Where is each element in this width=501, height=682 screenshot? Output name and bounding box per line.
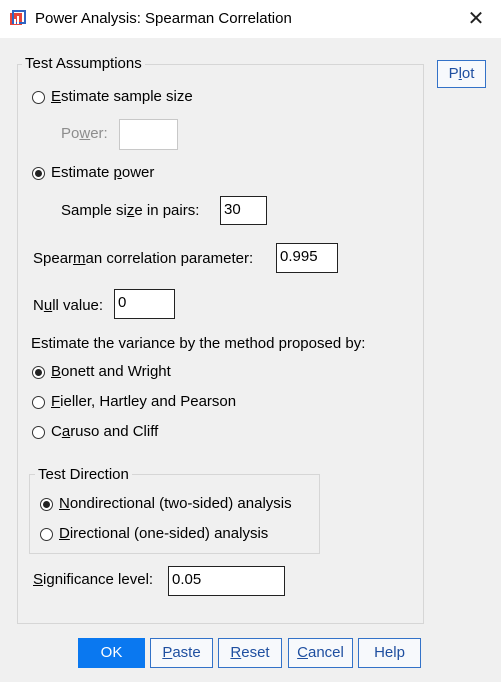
test-direction-label: Test Direction — [35, 466, 132, 483]
plot-button[interactable]: Plot — [437, 60, 486, 88]
bonett-wright-radio[interactable] — [32, 366, 45, 379]
estimate-power-radio[interactable] — [32, 167, 45, 180]
significance-level-input[interactable]: 0.05 — [168, 566, 285, 596]
title-bar: Power Analysis: Spearman Correlation ✕ — [0, 0, 501, 38]
spearman-parameter-label: Spearman correlation parameter: — [33, 250, 254, 267]
cancel-button[interactable]: Cancel — [288, 638, 353, 668]
null-value-label: Null value: — [33, 297, 104, 314]
ok-button[interactable]: OK — [78, 638, 145, 668]
sample-size-label: Sample size in pairs: — [61, 202, 200, 219]
nondirectional-label[interactable]: Nondirectional (two-sided) analysis — [59, 495, 292, 512]
sample-size-input[interactable]: 30 — [220, 196, 267, 225]
power-input[interactable] — [119, 119, 178, 150]
test-assumptions-label: Test Assumptions — [22, 55, 145, 72]
spearman-parameter-input[interactable]: 0.995 — [276, 243, 338, 273]
directional-label[interactable]: Directional (one-sided) analysis — [59, 525, 268, 542]
help-button[interactable]: Help — [358, 638, 421, 668]
estimate-sample-size-label[interactable]: Estimate sample size — [51, 88, 193, 105]
variance-method-label: Estimate the variance by the method prop… — [31, 335, 366, 352]
fieller-hartley-pearson-radio[interactable] — [32, 396, 45, 409]
reset-button[interactable]: Reset — [218, 638, 282, 668]
estimate-sample-size-radio[interactable] — [32, 91, 45, 104]
significance-level-label: Significance level: — [33, 571, 154, 588]
window-title: Power Analysis: Spearman Correlation — [35, 10, 292, 27]
power-label: Power: — [61, 125, 108, 142]
test-direction-group — [29, 474, 320, 554]
directional-radio[interactable] — [40, 528, 53, 541]
paste-button[interactable]: Paste — [150, 638, 213, 668]
caruso-cliff-label[interactable]: Caruso and Cliff — [51, 423, 158, 440]
close-icon[interactable]: ✕ — [462, 6, 490, 32]
dialog-body: Test Assumptions Estimate sample size Po… — [0, 38, 501, 682]
null-value-input[interactable]: 0 — [114, 289, 175, 319]
caruso-cliff-radio[interactable] — [32, 426, 45, 439]
fieller-hartley-pearson-label[interactable]: Fieller, Hartley and Pearson — [51, 393, 236, 410]
bonett-wright-label[interactable]: Bonett and Wright — [51, 363, 171, 380]
estimate-power-label[interactable]: Estimate power — [51, 164, 154, 181]
nondirectional-radio[interactable] — [40, 498, 53, 511]
app-icon — [10, 10, 26, 25]
